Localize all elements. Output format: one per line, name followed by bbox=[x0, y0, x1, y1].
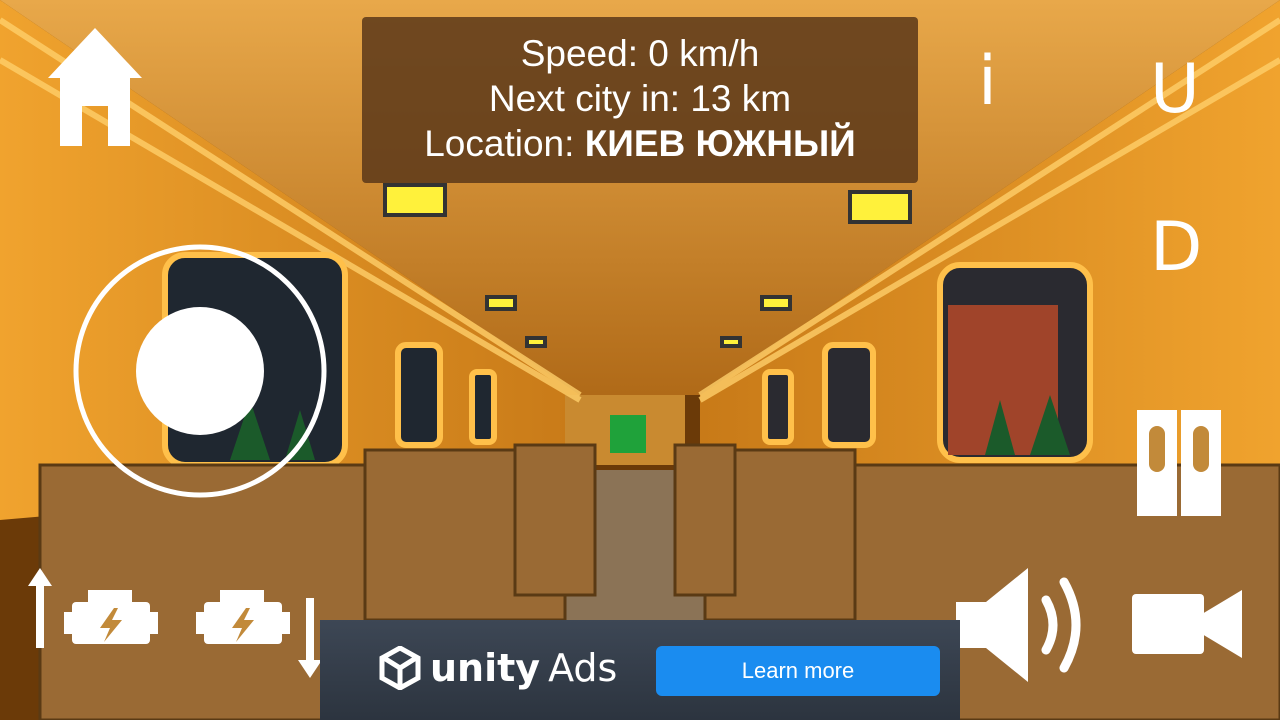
up-icon: U bbox=[1150, 50, 1200, 129]
camera-button[interactable] bbox=[1132, 590, 1242, 658]
up-button[interactable]: U bbox=[1150, 56, 1200, 124]
location-value: КИЕВ ЮЖНЫЙ bbox=[584, 123, 856, 164]
down-button[interactable]: D bbox=[1150, 214, 1202, 282]
ad-banner[interactable]: unity Ads Learn more bbox=[320, 620, 960, 720]
doors-icon bbox=[1137, 410, 1221, 516]
info-button[interactable]: i bbox=[978, 48, 997, 116]
home-button[interactable] bbox=[48, 28, 142, 146]
info-icon: i bbox=[978, 42, 997, 121]
next-city-text: Next city in: 13 km bbox=[488, 78, 792, 119]
joystick[interactable] bbox=[72, 243, 328, 499]
speed-text: Speed: 0 km/h bbox=[520, 33, 760, 74]
engine-down-button[interactable] bbox=[196, 582, 324, 678]
ad-brand-ads: Ads bbox=[548, 646, 618, 690]
camera-icon bbox=[1132, 590, 1242, 658]
engine-down-icon bbox=[196, 590, 322, 678]
ad-brand-unity: unity bbox=[430, 646, 541, 690]
trip-info-panel: Speed: 0 km/h Next city in: 13 km Locati… bbox=[362, 17, 918, 183]
sound-button[interactable] bbox=[956, 566, 1086, 684]
learn-more-button[interactable]: Learn more bbox=[656, 646, 940, 696]
ad-brand: unity Ads bbox=[378, 646, 617, 690]
doors-button[interactable] bbox=[1137, 410, 1221, 516]
home-icon bbox=[48, 28, 142, 146]
location-label: Location: bbox=[424, 123, 585, 164]
engine-up-button[interactable] bbox=[28, 568, 160, 650]
engine-up-icon bbox=[28, 568, 158, 648]
speaker-icon bbox=[956, 568, 1081, 682]
down-icon: D bbox=[1150, 208, 1203, 287]
joystick-icon bbox=[73, 244, 327, 498]
unity-logo-icon bbox=[379, 646, 421, 690]
location-text: Location: КИЕВ ЮЖНЫЙ bbox=[362, 121, 918, 166]
